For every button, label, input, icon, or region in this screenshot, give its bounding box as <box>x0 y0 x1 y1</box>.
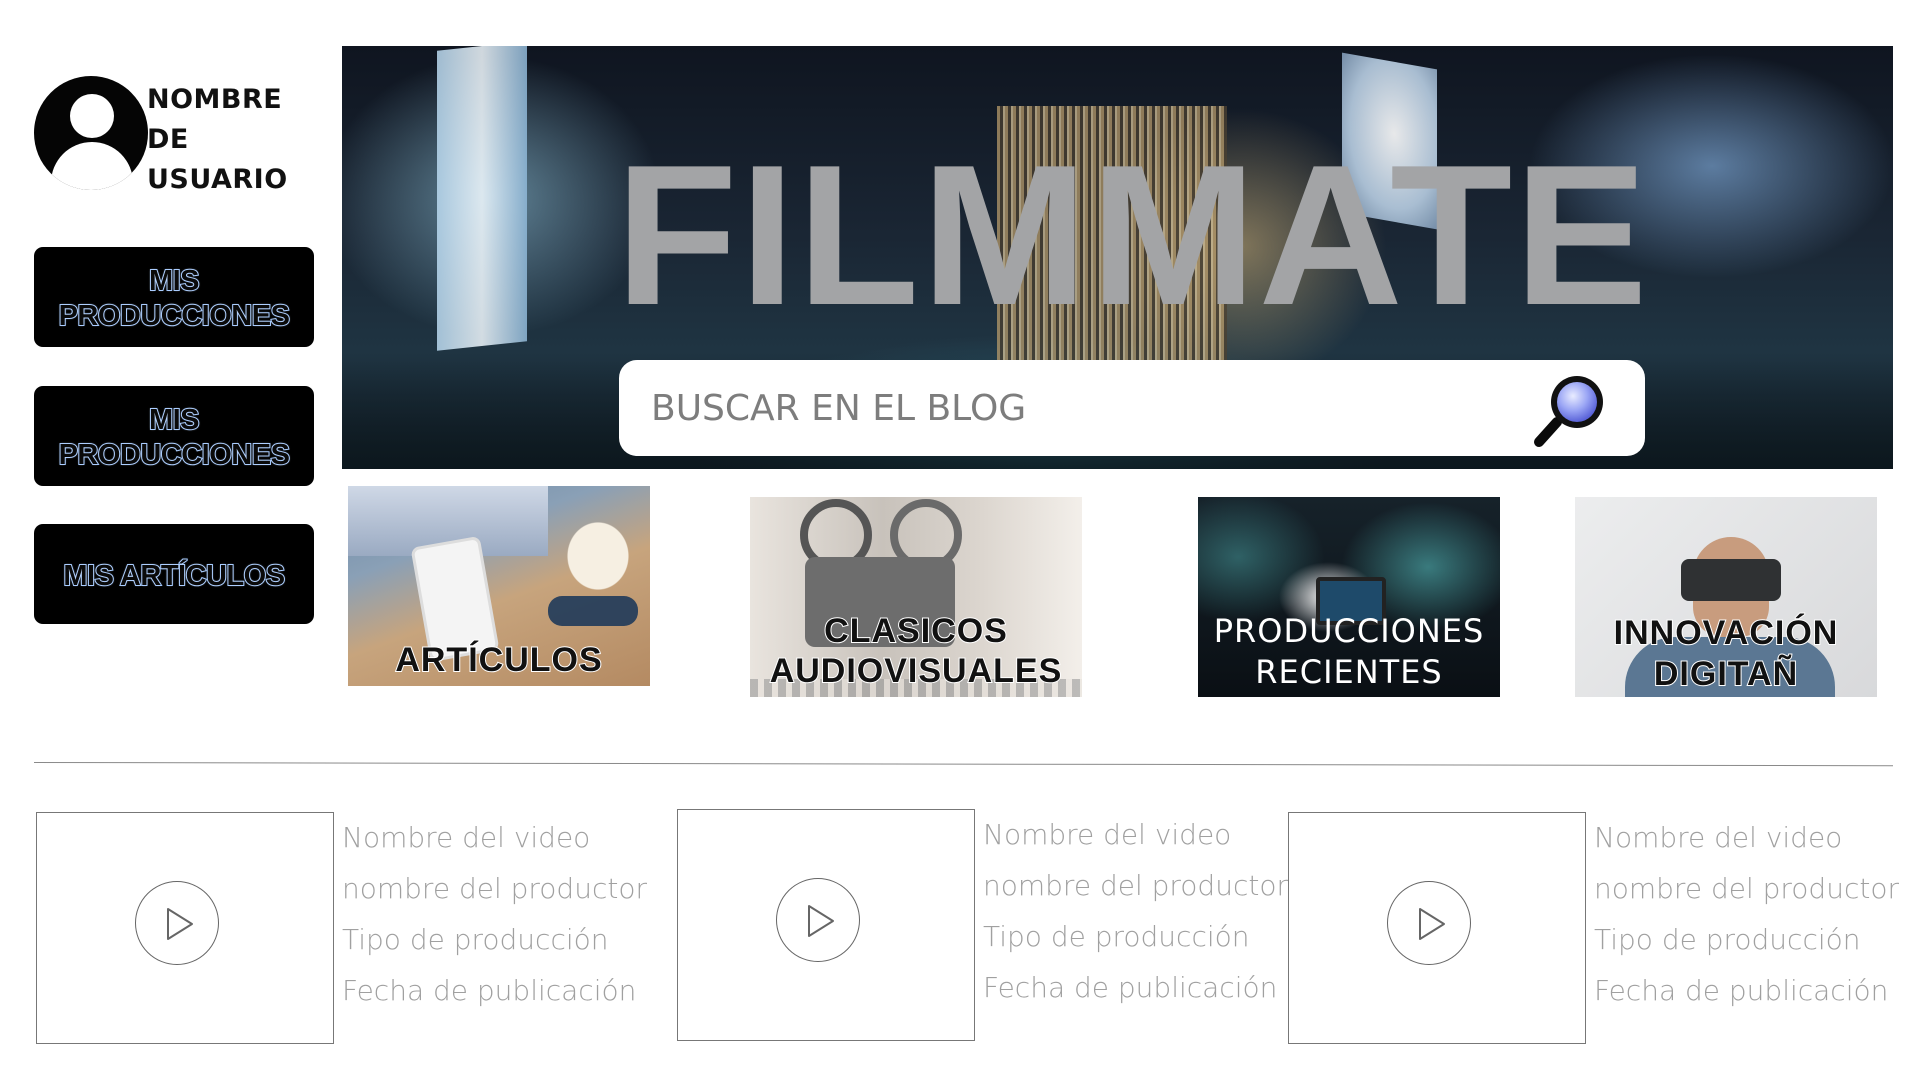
video-thumbnail[interactable] <box>36 812 334 1044</box>
play-icon[interactable] <box>776 878 860 962</box>
video-name[interactable]: Nombre del video <box>342 812 647 863</box>
video-thumbnail[interactable] <box>677 809 975 1041</box>
video-type: Tipo de producción <box>342 923 609 956</box>
my-articles-label: MIS ARTÍCULOS <box>62 559 286 593</box>
my-productions-button-2[interactable]: MIS PRODUCCIONES <box>34 386 314 486</box>
hero-banner: FILMMATE <box>342 46 1893 469</box>
video-type: Tipo de producción <box>1594 923 1861 956</box>
category-digital-label: INNOVACIÓN DIGITAÑ <box>1613 613 1839 694</box>
category-recent-label: PRODUCCIONES RECIENTES <box>1213 612 1485 691</box>
avatar-shoulders <box>51 142 133 190</box>
category-digital-innovation[interactable]: INNOVACIÓN DIGITAÑ <box>1575 497 1877 697</box>
category-classics-label: CLASICOS AUDIOVISUALES <box>769 611 1063 691</box>
search-bar[interactable] <box>619 360 1645 456</box>
video-card[interactable]: Nombre del video nombre del productor Ti… <box>677 809 1327 1049</box>
video-date: Fecha de publicación <box>1594 974 1889 1007</box>
play-icon[interactable] <box>1387 881 1471 965</box>
video-meta: Nombre del video nombre del productor Ti… <box>983 809 1288 1013</box>
video-date: Fecha de publicación <box>342 974 637 1007</box>
video-producer: nombre del productor <box>342 872 647 905</box>
video-meta: Nombre del video nombre del productor Ti… <box>342 812 647 1016</box>
video-card[interactable]: Nombre del video nombre del productor Ti… <box>36 812 686 1052</box>
user-avatar-icon[interactable] <box>34 76 148 190</box>
vr-headset-image <box>1681 559 1781 601</box>
video-thumbnail[interactable] <box>1288 812 1586 1044</box>
video-producer: nombre del productor <box>1594 872 1899 905</box>
username: NOMBRE DE USUARIO <box>147 84 288 195</box>
my-articles-button[interactable]: MIS ARTÍCULOS <box>34 524 314 624</box>
video-producer: nombre del productor <box>983 869 1288 902</box>
category-articles[interactable]: ARTÍCULOS <box>348 486 650 686</box>
video-card[interactable]: Nombre del video nombre del productor Ti… <box>1288 812 1920 1052</box>
play-icon[interactable] <box>135 881 219 965</box>
site-title: FILMMATE <box>615 124 1650 347</box>
user-profile[interactable]: NOMBRE DE USUARIO <box>34 76 304 196</box>
search-input[interactable] <box>649 374 1533 442</box>
my-productions-label: MIS PRODUCCIONES <box>58 264 291 333</box>
video-meta: Nombre del video nombre del productor Ti… <box>1594 812 1899 1016</box>
category-articles-label: ARTÍCULOS <box>394 640 603 680</box>
video-name[interactable]: Nombre del video <box>983 809 1288 860</box>
category-recent-productions[interactable]: PRODUCCIONES RECIENTES <box>1198 497 1500 697</box>
search-icon[interactable] <box>1533 372 1611 448</box>
video-date: Fecha de publicación <box>983 971 1278 1004</box>
category-classics[interactable]: CLASICOS AUDIOVISUALES <box>750 497 1082 697</box>
avatar-head <box>70 94 114 138</box>
my-productions-button[interactable]: MIS PRODUCCIONES <box>34 247 314 347</box>
video-name[interactable]: Nombre del video <box>1594 812 1899 863</box>
section-divider <box>33 762 1893 767</box>
sunglasses-image <box>548 596 638 626</box>
my-productions-label-2: MIS PRODUCCIONES <box>58 403 291 472</box>
video-type: Tipo de producción <box>983 920 1250 953</box>
